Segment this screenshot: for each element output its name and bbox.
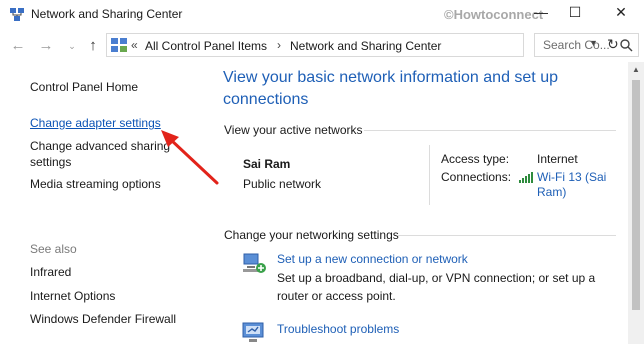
change-advanced-sharing-link[interactable]: Change advanced sharing settings	[30, 138, 190, 170]
forward-arrow-icon[interactable]: →	[36, 35, 56, 57]
chevron-down-icon[interactable]: ⌄	[62, 35, 82, 57]
back-arrow-icon[interactable]: ←	[8, 35, 28, 57]
breadcrumb-overflow[interactable]: «	[131, 38, 138, 52]
navigation-bar: ← → ⌄ ↑ « All Control Panel Items › Netw…	[0, 30, 644, 62]
new-connection-icon	[243, 253, 266, 273]
divider	[364, 130, 616, 131]
wifi-signal-icon	[519, 172, 533, 183]
page-title: View your basic network information and …	[223, 69, 558, 108]
maximize-button[interactable]: ☐	[558, 0, 592, 26]
access-type-value: Internet	[537, 152, 578, 166]
window-title: Network and Sharing Center	[31, 7, 183, 21]
search-icon[interactable]	[619, 38, 633, 52]
breadcrumb-item-control-panel[interactable]: All Control Panel Items	[145, 39, 267, 53]
media-streaming-link[interactable]: Media streaming options	[30, 176, 161, 192]
left-pane: Control Panel Home Change adapter settin…	[0, 62, 206, 344]
minimize-button[interactable]: —	[524, 0, 558, 26]
search-input[interactable]	[535, 34, 623, 56]
divider	[397, 235, 616, 236]
network-name: Sai Ram	[243, 157, 291, 171]
title-bar: Network and Sharing Center ©Howtoconnect…	[0, 0, 644, 30]
set-up-connection-link[interactable]: Set up a new connection or network	[277, 252, 468, 266]
troubleshoot-problems-link[interactable]: Troubleshoot problems	[277, 322, 399, 336]
scrollbar-thumb[interactable]	[632, 80, 640, 310]
control-panel-home-link[interactable]: Control Panel Home	[30, 79, 138, 95]
see-also-label: See also	[30, 242, 77, 256]
search-box[interactable]	[534, 33, 639, 57]
change-adapter-settings-link[interactable]: Change adapter settings	[30, 115, 161, 131]
active-networks-heading: View your active networks	[224, 123, 363, 137]
divider	[429, 145, 430, 205]
address-bar[interactable]: « All Control Panel Items › Network and …	[106, 33, 619, 57]
access-type-label: Access type:	[441, 152, 510, 166]
scroll-up-icon[interactable]: ▲	[628, 62, 644, 78]
set-up-connection-description: Set up a broadband, dial-up, or VPN conn…	[277, 271, 596, 303]
breadcrumb-separator: ›	[277, 38, 281, 52]
internet-options-link[interactable]: Internet Options	[30, 288, 115, 304]
connections-label: Connections:	[441, 170, 512, 184]
vertical-scrollbar[interactable]: ▲	[628, 62, 644, 344]
networking-settings-heading: Change your networking settings	[224, 228, 399, 242]
infrared-link[interactable]: Infrared	[30, 264, 71, 280]
control-panel-icon	[111, 38, 127, 52]
network-type: Public network	[243, 177, 322, 191]
network-center-icon	[10, 8, 24, 21]
close-button[interactable]: ✕	[604, 0, 638, 26]
up-arrow-icon[interactable]: ↑	[83, 35, 103, 57]
windows-firewall-link[interactable]: Windows Defender Firewall	[30, 311, 176, 327]
breadcrumb-item-network-center[interactable]: Network and Sharing Center	[290, 39, 441, 53]
troubleshoot-icon	[242, 322, 264, 342]
wifi-connection-link[interactable]: Wi-Fi 13 (Sai Ram)	[537, 170, 627, 200]
